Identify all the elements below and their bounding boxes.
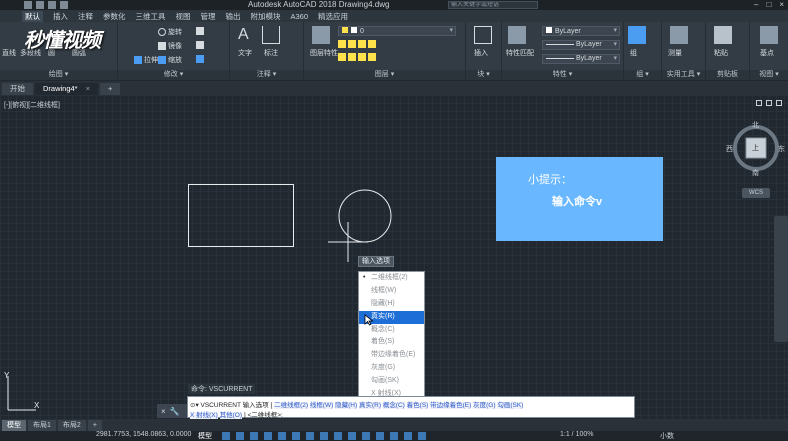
navigation-bar[interactable] (774, 216, 788, 342)
layout-tabs: 模型 布局1 布局2 + (0, 419, 788, 431)
tab-layout1[interactable]: 布局1 (28, 419, 56, 431)
model-space-toggle[interactable]: 模型 (198, 431, 212, 441)
option-shades-of-gray[interactable]: 灰度(G) (359, 362, 424, 375)
tab-model[interactable]: 模型 (2, 419, 26, 431)
polar-icon[interactable] (264, 432, 272, 440)
units-readout[interactable]: 小数 (660, 431, 674, 441)
mouse-cursor-icon (364, 314, 374, 326)
annotation-visibility-icon[interactable] (404, 432, 412, 440)
drawn-rectangle[interactable] (188, 184, 294, 247)
selection-cycling-icon[interactable] (334, 432, 342, 440)
cmd-opt-shaded[interactable]: 着色(S) (406, 402, 429, 409)
wrench-icon[interactable]: 🔧 (170, 407, 180, 416)
3d-osnap-icon[interactable] (348, 432, 356, 440)
option-shaded-with-edges[interactable]: 带边缘着色(E) (359, 349, 424, 362)
ucs-y-label: Y (4, 371, 10, 380)
option-shaded[interactable]: 着色(S) (359, 336, 424, 349)
osnap-icon[interactable] (278, 432, 286, 440)
cmd-opt-shaded-edges[interactable]: 带边缘着色(E) (430, 402, 472, 409)
cmd-opt-hidden[interactable]: 隐藏(H) (335, 402, 358, 409)
wcs-menu[interactable]: WCS (742, 188, 770, 198)
cmd-opt-wireframe[interactable]: 线框(W) (309, 402, 334, 409)
auto-scale-icon[interactable] (418, 432, 426, 440)
compass-north[interactable]: 北 (752, 120, 759, 130)
option-wireframe[interactable]: 线框(W) (359, 285, 424, 298)
annotation-scale[interactable]: 1:1 / 100% (560, 431, 593, 438)
hint-box: 小提示： 输入命令v (496, 157, 663, 241)
hint-text: 输入命令v (552, 196, 603, 208)
command-history: 命令: VSCURRENT (188, 384, 256, 394)
dynamic-options-menu: 二维线框(2) 线框(W) 隐藏(H) 真实(R) 概念(C) 着色(S) 带边… (358, 271, 425, 397)
option-sketchy[interactable]: 勾画(SK) (359, 375, 424, 388)
compass-east[interactable]: 东 (778, 144, 785, 154)
command-prompt-line1: ⊙▾ VSCURRENT 输入选项 [ 二维线框(2) 线框(W) 隐藏(H) … (190, 402, 524, 409)
lineweight-icon[interactable] (306, 432, 314, 440)
cmd-opt-other[interactable]: 其他(O) (219, 412, 243, 419)
status-bar: 2981.7753, 1548.0863, 0.0000 模型 1:1 / 10… (0, 431, 788, 441)
command-line-controls: × 🔧 (157, 404, 187, 418)
hint-title: 小提示： (528, 174, 572, 186)
dynamic-ucs-icon[interactable] (362, 432, 370, 440)
gizmo-icon[interactable] (390, 432, 398, 440)
option-hidden[interactable]: 隐藏(H) (359, 298, 424, 311)
drawn-circle[interactable] (338, 189, 392, 243)
compass-west[interactable]: 西 (726, 144, 733, 154)
close-command-icon[interactable]: × (161, 407, 166, 416)
cmd-opt-gray[interactable]: 灰度(G) (473, 402, 496, 409)
viewcube-face-top[interactable]: 上 (752, 143, 759, 153)
drafting-toggles (222, 432, 426, 440)
command-icon: ⊙▾ (190, 402, 201, 409)
snap-icon[interactable] (236, 432, 244, 440)
otrack-icon[interactable] (292, 432, 300, 440)
coordinates-readout[interactable]: 2981.7753, 1548.0863, 0.0000 (96, 431, 191, 438)
cmd-opt-2d-wireframe[interactable]: 二维线框(2) (274, 402, 309, 409)
viewcube[interactable]: 北 南 西 东 上 (726, 120, 785, 178)
add-layout-button[interactable]: + (87, 419, 102, 431)
command-prompt-line2: X 射线(X) 其他(O) ] <二维线框>: (190, 412, 283, 419)
ortho-icon[interactable] (250, 432, 258, 440)
transparency-icon[interactable] (320, 432, 328, 440)
selection-filter-icon[interactable] (376, 432, 384, 440)
grid-icon[interactable] (222, 432, 230, 440)
compass-south[interactable]: 南 (752, 168, 759, 178)
tab-layout2[interactable]: 布局2 (57, 419, 86, 431)
ucs-x-label: X (34, 401, 40, 410)
option-2d-wireframe[interactable]: 二维线框(2) (359, 272, 424, 285)
cmd-opt-xray[interactable]: X 射线(X) (190, 412, 218, 419)
cmd-opt-realistic[interactable]: 真实(R) (358, 402, 381, 409)
cmd-opt-sketchy[interactable]: 勾画(SK) (497, 402, 524, 409)
dynamic-input-label: 输入选项 (358, 256, 394, 267)
command-line[interactable]: ⊙▾ VSCURRENT 输入选项 [ 二维线框(2) 线框(W) 隐藏(H) … (187, 396, 635, 419)
cmd-opt-conceptual[interactable]: 概念(C) (382, 402, 405, 409)
